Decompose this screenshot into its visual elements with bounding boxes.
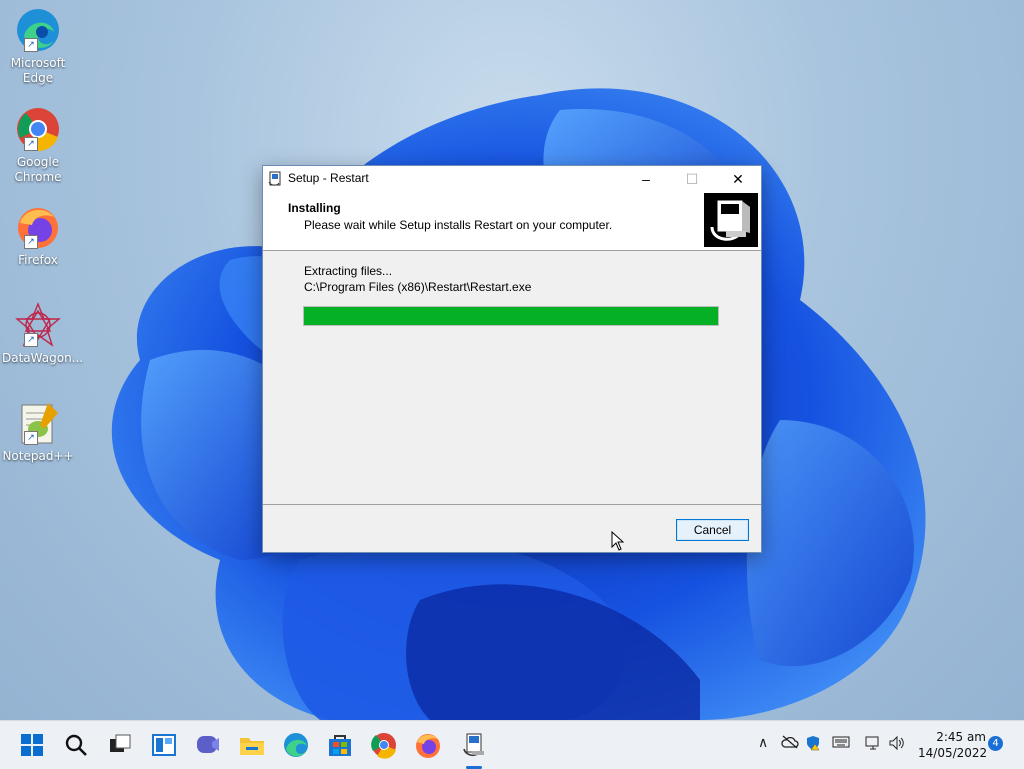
keyboard-icon[interactable] <box>832 735 850 753</box>
setup-app-icon <box>267 171 283 187</box>
maximize-button: ☐ <box>685 171 699 187</box>
file-explorer-icon <box>240 738 264 755</box>
notepadpp-icon: ↗ <box>14 399 62 447</box>
security-shield-icon[interactable] <box>805 735 821 755</box>
desktop-icon-label: Firefox <box>18 253 58 267</box>
network-icon[interactable] <box>864 735 882 755</box>
clock-date: 14/05/2022 <box>918 746 988 760</box>
chat-button[interactable] <box>192 729 224 761</box>
desktop-icon-notepadpp[interactable]: ↗ Notepad++ <box>2 399 74 464</box>
chrome-icon <box>371 733 396 759</box>
dialog-titlebar[interactable]: Setup - Restart – ☐ ✕ <box>263 166 761 193</box>
desktop-icon-label: Google <box>16 155 60 169</box>
firefox-icon <box>416 734 440 758</box>
progress-fill <box>304 307 718 325</box>
file-path-text: C:\Program Files (x86)\Restart\Restart.e… <box>304 280 532 294</box>
shortcut-arrow-icon: ↗ <box>24 431 38 445</box>
clock-time: 2:45 am <box>936 730 986 744</box>
setup-taskbar-button[interactable] <box>458 729 490 761</box>
desktop-icon-label: Edge <box>22 71 54 85</box>
store-button[interactable] <box>324 729 356 761</box>
task-view-icon <box>110 734 131 752</box>
show-hidden-icons-chevron-icon[interactable]: ∧ <box>758 735 768 751</box>
dialog-header: Installing Please wait while Setup insta… <box>263 193 761 251</box>
task-view-button[interactable] <box>104 729 136 761</box>
shortcut-arrow-icon: ↗ <box>24 235 38 249</box>
install-progress-bar <box>303 306 719 326</box>
cancel-button[interactable]: Cancel <box>676 519 749 541</box>
desktop-icon-edge[interactable]: ↗ Microsoft Edge <box>2 6 74 86</box>
footer-divider <box>263 504 761 505</box>
page-title: Installing <box>288 201 341 215</box>
desktop-icon-label: Notepad++ <box>2 449 74 463</box>
desktop-icon-label: Microsoft <box>10 56 66 70</box>
chrome-icon: ↗ <box>14 105 62 153</box>
shortcut-arrow-icon: ↗ <box>24 333 38 347</box>
volume-icon[interactable] <box>888 735 906 755</box>
setup-dialog: Setup - Restart – ☐ ✕ Installing Please … <box>262 165 762 553</box>
edge-taskbar-button[interactable] <box>280 729 312 761</box>
shortcut-arrow-icon: ↗ <box>24 38 38 52</box>
desktop-icon-label: DataWagon... <box>2 351 84 365</box>
mouse-cursor-icon <box>611 531 625 551</box>
desktop-icon-label: Chrome <box>14 170 62 184</box>
edge-icon: ↗ <box>14 6 62 54</box>
widgets-icon <box>152 734 176 756</box>
desktop-icon-datawagon[interactable]: ↗ DataWagon... <box>2 301 84 366</box>
close-button[interactable]: ✕ <box>715 166 761 193</box>
status-text: Extracting files... <box>304 264 393 278</box>
shortcut-arrow-icon: ↗ <box>24 137 38 151</box>
chrome-taskbar-button[interactable] <box>368 729 400 761</box>
file-explorer-button[interactable] <box>236 729 268 761</box>
taskbar: ∧ 2:45 am 14/05/2022 <box>0 720 1024 769</box>
start-button[interactable] <box>16 729 48 761</box>
system-clock[interactable]: 2:45 am 14/05/2022 <box>918 729 988 761</box>
edge-icon <box>284 733 308 757</box>
store-icon <box>329 735 351 756</box>
installer-logo-icon <box>704 193 758 247</box>
desktop-icon-firefox[interactable]: ↗ Firefox <box>2 203 74 268</box>
firefox-icon: ↗ <box>14 203 62 251</box>
search-button[interactable] <box>60 729 92 761</box>
dialog-title: Setup - Restart <box>288 171 369 185</box>
widgets-button[interactable] <box>148 729 180 761</box>
start-icon <box>21 734 43 756</box>
page-subtitle: Please wait while Setup installs Restart… <box>304 218 613 232</box>
notification-badge[interactable]: 4 <box>988 736 1003 751</box>
setup-icon <box>463 733 484 757</box>
datawagon-icon: ↗ <box>14 301 62 349</box>
search-icon <box>65 734 87 756</box>
chat-icon <box>197 736 219 753</box>
desktop-icon-chrome[interactable]: ↗ Google Chrome <box>2 105 74 185</box>
onedrive-offline-icon[interactable] <box>781 735 799 753</box>
firefox-taskbar-button[interactable] <box>412 729 444 761</box>
minimize-button[interactable]: – <box>623 166 669 193</box>
